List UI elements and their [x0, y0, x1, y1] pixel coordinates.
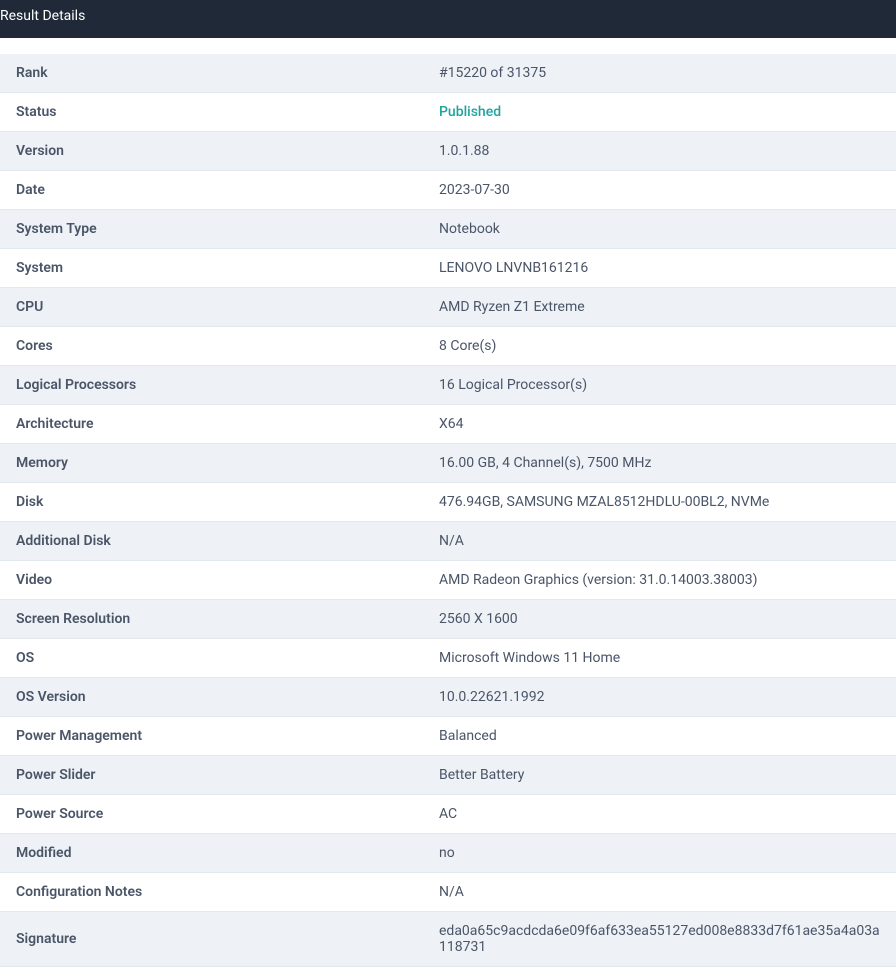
detail-value: 16 Logical Processor(s) — [423, 366, 896, 405]
table-row: Additional Disk N/A — [0, 522, 896, 561]
detail-label: Configuration Notes — [0, 873, 423, 912]
detail-value-text: 476.94GB, SAMSUNG MZAL8512HDLU-00BL2, NV… — [439, 494, 769, 510]
detail-label: Modified — [0, 834, 423, 873]
detail-value-text: Balanced — [439, 728, 497, 744]
detail-value-text: 2560 X 1600 — [439, 611, 518, 627]
detail-value-text: 10.0.22621.1992 — [439, 689, 545, 705]
detail-value-text: Published — [439, 104, 501, 120]
table-row: Screen Resolution 2560 X 1600 — [0, 600, 896, 639]
detail-label: Memory — [0, 444, 423, 483]
detail-value-text: LENOVO LNVNB161216 — [439, 260, 588, 276]
detail-value: 16.00 GB, 4 Channel(s), 7500 MHz — [423, 444, 896, 483]
detail-value-text: AC — [439, 806, 457, 822]
table-row: Power Management Balanced — [0, 717, 896, 756]
detail-value-text: Microsoft Windows 11 Home — [439, 650, 620, 666]
detail-value: AC — [423, 795, 896, 834]
table-row: Power Slider Better Battery — [0, 756, 896, 795]
detail-value: 8 Core(s) — [423, 327, 896, 366]
detail-label: CPU — [0, 288, 423, 327]
detail-value: Published — [423, 93, 896, 132]
table-row: Status Published — [0, 93, 896, 132]
detail-value-text: eda0a65c9acdcda6e09f6af633ea55127ed008e8… — [439, 923, 880, 955]
detail-label: Disk — [0, 483, 423, 522]
detail-value: 476.94GB, SAMSUNG MZAL8512HDLU-00BL2, NV… — [423, 483, 896, 522]
detail-label: Power Slider — [0, 756, 423, 795]
detail-value: LENOVO LNVNB161216 — [423, 249, 896, 288]
table-row: Power Source AC — [0, 795, 896, 834]
detail-value: Better Battery — [423, 756, 896, 795]
panel-header: Result Details — [0, 0, 896, 38]
detail-value: Notebook — [423, 210, 896, 249]
detail-label: Power Management — [0, 717, 423, 756]
detail-value-text: Better Battery — [439, 767, 524, 783]
detail-value-text: #15220 of 31375 — [439, 65, 546, 81]
detail-value-text: Notebook — [439, 221, 500, 237]
detail-value: N/A — [423, 873, 896, 912]
detail-value: AMD Radeon Graphics (version: 31.0.14003… — [423, 561, 896, 600]
detail-label: System — [0, 249, 423, 288]
table-row: Cores 8 Core(s) — [0, 327, 896, 366]
detail-label: Logical Processors — [0, 366, 423, 405]
detail-value-text: 8 Core(s) — [439, 338, 496, 354]
detail-value: 10.0.22621.1992 — [423, 678, 896, 717]
details-table: Rank #15220 of 31375 Status Published Versio… — [0, 54, 896, 967]
detail-value-text: 16.00 GB, 4 Channel(s), 7500 MHz — [439, 455, 651, 471]
details-content: Rank #15220 of 31375 Status Published Versio… — [0, 38, 896, 967]
table-row: System Type Notebook — [0, 210, 896, 249]
table-row: OS Version 10.0.22621.1992 — [0, 678, 896, 717]
detail-label: Screen Resolution — [0, 600, 423, 639]
detail-value-text: N/A — [439, 533, 464, 549]
detail-label: Date — [0, 171, 423, 210]
table-row: Date 2023-07-30 — [0, 171, 896, 210]
table-row: CPU AMD Ryzen Z1 Extreme — [0, 288, 896, 327]
panel-title: Result Details — [0, 8, 85, 24]
table-row: Logical Processors 16 Logical Processor(s… — [0, 366, 896, 405]
detail-value: no — [423, 834, 896, 873]
detail-label: Rank — [0, 54, 423, 93]
detail-label: System Type — [0, 210, 423, 249]
detail-value-text: X64 — [439, 416, 464, 432]
table-row: Architecture X64 — [0, 405, 896, 444]
table-row: Rank #15220 of 31375 — [0, 54, 896, 93]
detail-label: Architecture — [0, 405, 423, 444]
detail-value: 1.0.1.88 — [423, 132, 896, 171]
detail-value: Microsoft Windows 11 Home — [423, 639, 896, 678]
detail-label: OS — [0, 639, 423, 678]
table-row: System LENOVO LNVNB161216 — [0, 249, 896, 288]
detail-value: AMD Ryzen Z1 Extreme — [423, 288, 896, 327]
detail-value-text: 2023-07-30 — [439, 182, 510, 198]
detail-value: N/A — [423, 522, 896, 561]
table-row: Modified no — [0, 834, 896, 873]
detail-label: Video — [0, 561, 423, 600]
table-row: Signature eda0a65c9acdcda6e09f6af633ea551… — [0, 912, 896, 967]
table-row: Video AMD Radeon Graphics (version: 31.0.… — [0, 561, 896, 600]
table-row: Memory 16.00 GB, 4 Channel(s), 7500 MHz — [0, 444, 896, 483]
detail-value-text: AMD Ryzen Z1 Extreme — [439, 299, 585, 315]
table-row: Disk 476.94GB, SAMSUNG MZAL8512HDLU-00BL2… — [0, 483, 896, 522]
table-row: OS Microsoft Windows 11 Home — [0, 639, 896, 678]
detail-value: 2023-07-30 — [423, 171, 896, 210]
detail-label: Signature — [0, 912, 423, 967]
detail-value: eda0a65c9acdcda6e09f6af633ea55127ed008e8… — [423, 912, 896, 967]
detail-value-text: 16 Logical Processor(s) — [439, 377, 587, 393]
detail-label: Cores — [0, 327, 423, 366]
detail-value: Balanced — [423, 717, 896, 756]
detail-label: OS Version — [0, 678, 423, 717]
table-row: Version 1.0.1.88 — [0, 132, 896, 171]
detail-value-text: 1.0.1.88 — [439, 143, 489, 159]
detail-label: Status — [0, 93, 423, 132]
detail-label: Power Source — [0, 795, 423, 834]
detail-value: X64 — [423, 405, 896, 444]
detail-value-text: AMD Radeon Graphics (version: 31.0.14003… — [439, 572, 758, 588]
detail-value-text: no — [439, 845, 455, 861]
detail-value-text: N/A — [439, 884, 464, 900]
detail-label: Additional Disk — [0, 522, 423, 561]
detail-value: 2560 X 1600 — [423, 600, 896, 639]
table-row: Configuration Notes N/A — [0, 873, 896, 912]
detail-value: #15220 of 31375 — [423, 54, 896, 93]
detail-label: Version — [0, 132, 423, 171]
